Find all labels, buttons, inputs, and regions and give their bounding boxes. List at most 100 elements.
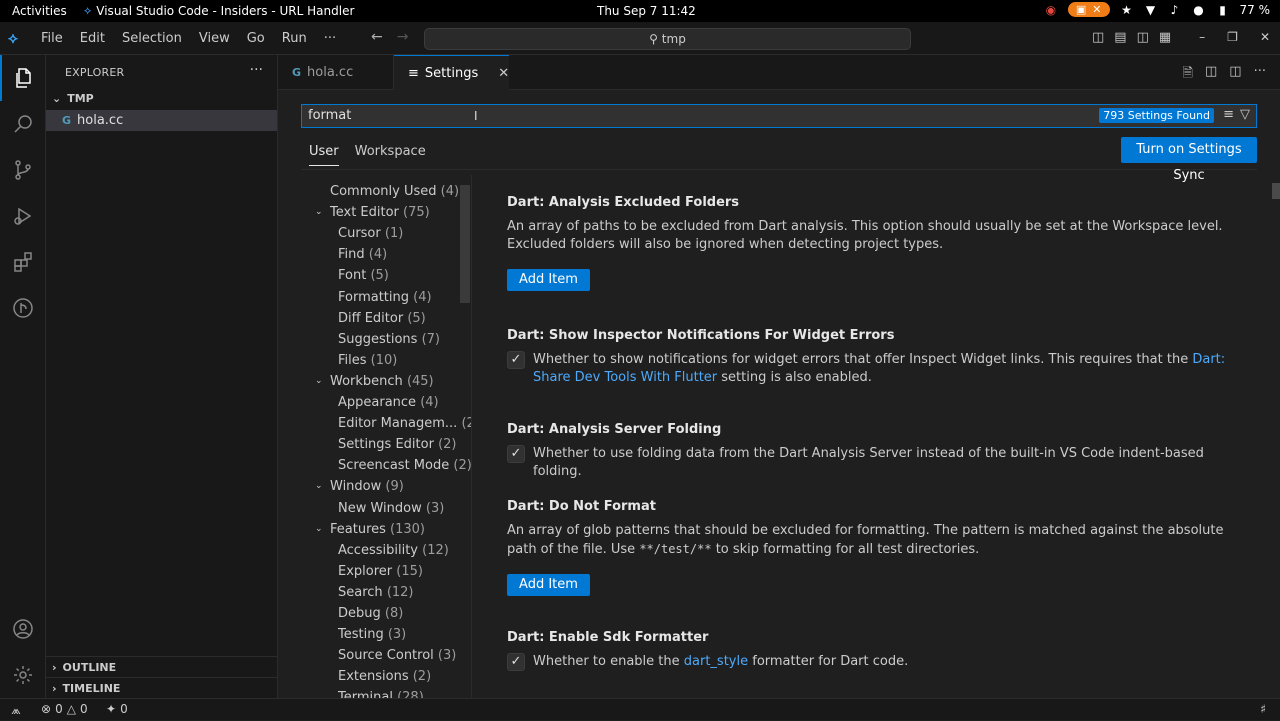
manage-gear-icon[interactable] [0,652,46,698]
toc-item-text: Screencast Mode (2) [338,455,471,476]
setting-link[interactable]: dart_style [684,654,748,669]
notifications-bell-icon[interactable]: ♯ [1260,702,1266,716]
tab-user[interactable]: User [309,144,339,166]
filter-icon[interactable]: ▽ [1240,107,1250,122]
accounts-icon[interactable] [0,606,46,652]
customize-layout-icon[interactable]: ▦ [1159,30,1171,45]
toc-item[interactable]: ⌄ Text Editor (75) [301,202,471,223]
close-icon[interactable]: ✕ [498,66,509,81]
tab-settings[interactable]: ≡ Settings ✕ [394,55,509,91]
remote-indicator-icon[interactable]: ⩕ [0,699,32,721]
error-count: 0 [55,702,63,716]
extensions-icon[interactable] [0,239,46,285]
toc-item[interactable]: Suggestions (7) [301,329,471,350]
restore-icon[interactable]: ❐ [1227,30,1238,44]
toc-scrollbar[interactable] [460,185,470,303]
turn-on-settings-sync-button[interactable]: Turn on Settings Sync [1121,137,1257,183]
accessibility-icon[interactable]: ★ [1120,3,1134,17]
search-icon[interactable] [0,101,46,147]
editor-scrollbar[interactable] [1272,183,1280,199]
record-icon[interactable]: ◉ [1044,3,1058,17]
toc-item[interactable]: Commonly Used (4) [301,181,471,202]
command-center[interactable]: ⚲ tmp [424,28,911,50]
back-arrow-icon[interactable]: ← [371,29,383,45]
tab-hola-cc[interactable]: G hola.cc [278,55,394,90]
focused-app-name: Visual Studio Code - Insiders - URL Hand… [96,4,355,18]
add-item-button[interactable]: Add Item [507,269,590,291]
menu-run[interactable]: Run [282,31,307,46]
split-editor-icon[interactable]: ◫ [1229,64,1241,86]
folder-label: TMP [67,92,94,105]
toc-item[interactable]: Appearance (4) [301,392,471,413]
toc-item[interactable]: Cursor (1) [301,223,471,244]
toc-item[interactable]: Font (5) [301,265,471,286]
add-item-button[interactable]: Add Item [507,574,590,596]
focused-app-menu[interactable]: ⟡ Visual Studio Code - Insiders - URL Ha… [84,4,354,18]
problems-indicator[interactable]: ⊗ 0 △ 0 [41,702,88,716]
clock[interactable]: Thu Sep 7 11:42 [597,4,696,18]
system-tray[interactable]: ◉ ▣ ✕ ★ ▼ ♪ ● ▮ 77 % [1044,2,1270,17]
timeline-section[interactable]: › TIMELINE [52,682,120,695]
toggle-primary-sidebar-icon[interactable]: ◫ [1092,30,1104,45]
menu-selection[interactable]: Selection [122,31,182,46]
toc-item[interactable]: Settings Editor (2) [301,434,471,455]
toggle-secondary-sidebar-icon[interactable]: ◫ [1137,30,1149,45]
toc-item[interactable]: Formatting (4) [301,287,471,308]
toggle-panel-icon[interactable]: ▤ [1114,30,1126,45]
open-settings-json-icon[interactable]: 🗎 [1183,64,1193,86]
more-actions-icon[interactable]: ··· [1254,64,1266,86]
ports-indicator[interactable]: ✦ 0 [106,702,128,716]
outline-section[interactable]: › OUTLINE [52,661,116,674]
toc-item[interactable]: Accessibility (12) [301,540,471,561]
toc-item[interactable]: ⌄ Features (130) [301,519,471,540]
forward-arrow-icon[interactable]: → [397,29,409,45]
setting-checkbox[interactable]: ✓ [507,653,525,671]
toc-item[interactable]: Search (12) [301,582,471,603]
explorer-icon[interactable] [0,55,46,101]
toc-item[interactable]: Explorer (15) [301,561,471,582]
toc-item[interactable]: Terminal (28) [301,687,471,698]
toc-item-text: Cursor (1) [338,223,403,244]
open-preview-icon[interactable]: ◫ [1205,64,1217,86]
source-control-icon[interactable] [0,147,46,193]
minimize-icon[interactable]: – [1199,30,1205,44]
toc-item[interactable]: New Window (3) [301,498,471,519]
menu-edit[interactable]: Edit [80,31,105,46]
toc-item[interactable]: Debug (8) [301,603,471,624]
menu-file[interactable]: File [41,31,63,46]
close-window-icon[interactable]: ✕ [1260,30,1270,44]
toc-item[interactable]: Editor Managem... (21) [301,413,471,434]
remote-explorer-icon[interactable] [0,285,46,331]
setting-category: Dart: [507,630,549,645]
setting-checkbox[interactable]: ✓ [507,445,525,463]
description-text: Whether to enable the [533,654,684,669]
screencast-indicator[interactable]: ▣ ✕ [1067,2,1110,17]
toc-item[interactable]: Screencast Mode (2) [301,455,471,476]
clear-filter-icon[interactable]: ≡ [1223,107,1234,122]
folder-tmp[interactable]: ⌄ TMP [52,92,94,105]
toc-item-label: Source Control [338,648,434,664]
activities-button[interactable]: Activities [12,4,67,18]
toc-item-label: Extensions [338,669,409,685]
menu-go[interactable]: Go [247,31,265,46]
setting-title: Dart: Analysis Excluded Folders [507,195,1247,210]
toc-item[interactable]: Extensions (2) [301,666,471,687]
toc-item-text: Commonly Used (4) [330,181,459,202]
run-debug-icon[interactable] [0,193,46,239]
sidebar-more-actions[interactable]: ··· [250,62,263,78]
file-item-hola-cc[interactable]: G hola.cc [46,110,277,131]
menu-view[interactable]: View [199,31,230,46]
toc-item[interactable]: Testing (3) [301,624,471,645]
toc-item[interactable]: ⌄ Workbench (45) [301,371,471,392]
toc-item[interactable]: Files (10) [301,350,471,371]
menu-more[interactable]: ··· [324,31,336,46]
settings-search-input[interactable]: format I 793 Settings Found ≡ ▽ [301,104,1257,128]
toc-item[interactable]: Diff Editor (5) [301,308,471,329]
toc-item[interactable]: ⌄ Window (9) [301,476,471,497]
toc-item[interactable]: Source Control (3) [301,645,471,666]
setting-checkbox[interactable]: ✓ [507,351,525,369]
toc-item[interactable]: Find (4) [301,244,471,265]
tab-workspace[interactable]: Workspace [355,144,426,166]
tab-label: Settings [424,66,479,81]
chevron-down-icon: ⌄ [52,92,62,105]
